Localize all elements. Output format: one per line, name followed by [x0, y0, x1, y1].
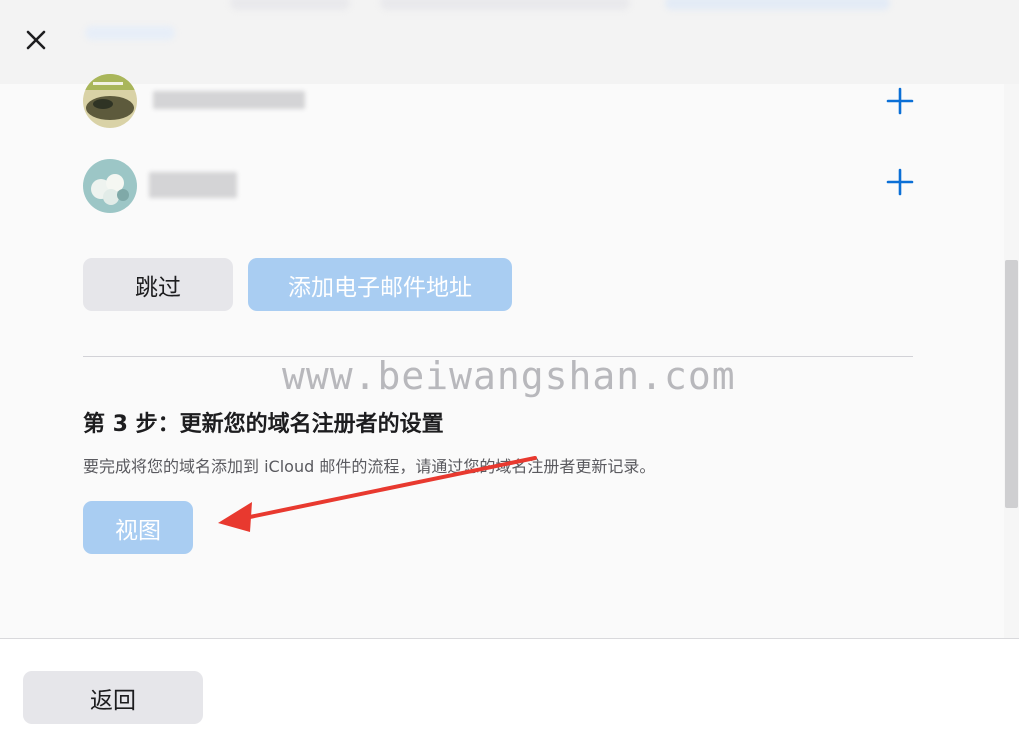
- plus-icon[interactable]: [884, 85, 916, 117]
- redacted-name: [153, 91, 305, 109]
- scrollbar-thumb[interactable]: [1005, 260, 1018, 508]
- watermark-text: www.beiwangshan.com: [282, 354, 736, 398]
- redacted-name: [149, 172, 237, 198]
- avatar: [83, 74, 137, 128]
- step-3-title: 第 3 步：更新您的域名注册者的设置: [83, 412, 444, 437]
- top-bar: [0, 0, 1019, 84]
- skip-button[interactable]: 跳过: [83, 258, 233, 311]
- annotation-arrow: [218, 456, 537, 532]
- recipient-row: [83, 159, 916, 215]
- add-email-address-button[interactable]: 添加电子邮件地址: [248, 258, 512, 311]
- blurred-header-text: [380, 0, 630, 10]
- blurred-header-link: [665, 0, 890, 10]
- blurred-header-link: [85, 26, 175, 40]
- plus-icon[interactable]: [884, 166, 916, 198]
- close-icon[interactable]: [22, 26, 50, 54]
- view-button[interactable]: 视图: [83, 501, 193, 554]
- avatar: [83, 159, 137, 213]
- back-button[interactable]: 返回: [23, 671, 203, 724]
- recipient-row: [83, 74, 916, 130]
- blurred-header-text: [230, 0, 350, 10]
